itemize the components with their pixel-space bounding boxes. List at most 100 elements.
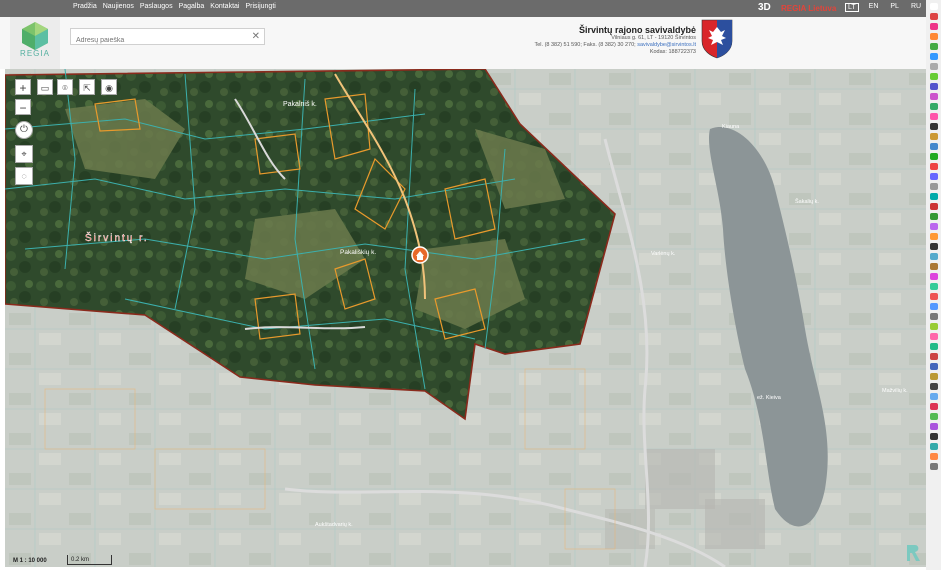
lang-lt[interactable]: LT — [845, 3, 859, 12]
sidebar-icon[interactable] — [929, 343, 938, 350]
app: Pradžia Naujienos Paslaugos Pagalba Kont… — [0, 0, 941, 570]
municipality-name: Širvintų rajono savivaldybė — [578, 25, 696, 35]
sidebar-icon[interactable] — [929, 253, 938, 260]
sidebar-icon[interactable] — [929, 413, 938, 420]
sidebar-icon[interactable] — [929, 393, 938, 400]
regia-logo[interactable]: REGIA — [10, 17, 60, 69]
sidebar-icon[interactable] — [929, 53, 938, 60]
address-search: ✕ — [70, 28, 265, 47]
zoom-out-button[interactable]: − — [15, 99, 31, 115]
sidebar-icon[interactable] — [929, 223, 938, 230]
lasso-icon[interactable]: ◌ — [15, 167, 33, 185]
sidebar-icon[interactable] — [929, 103, 938, 110]
coat-of-arms-icon — [701, 19, 733, 59]
sidebar-icon[interactable] — [929, 163, 938, 170]
nav-item-help[interactable]: Pagalba — [179, 3, 205, 10]
lang-pl[interactable]: PL — [888, 3, 901, 12]
share-icon[interactable]: ⇱ — [79, 79, 95, 95]
sidebar-icon[interactable] — [929, 83, 938, 90]
municipality-email[interactable]: savivaldybe@sirvintos.lt — [637, 42, 696, 48]
regia-lietuva-link[interactable]: REGIA Lietuva — [781, 4, 836, 13]
sidebar-icon[interactable] — [929, 443, 938, 450]
regia-logo-icon — [22, 22, 48, 50]
logo-text: REGIA — [20, 49, 50, 58]
label-village-right2: Šakalių k. — [795, 198, 819, 205]
sidebar-icon[interactable] — [929, 3, 938, 10]
pin-icon[interactable]: ⌾ — [57, 79, 73, 95]
sidebar-icon[interactable] — [929, 363, 938, 370]
lang-ru[interactable]: RU — [909, 3, 923, 12]
municipality-contacts: Tel. (8 382) 51 590; Faks. (8 382) 30 27… — [534, 42, 696, 49]
locate-icon[interactable]: ◉ — [101, 79, 117, 95]
nav-item-news[interactable]: Naujienos — [103, 3, 134, 10]
label-lake: ež. Kieiva — [757, 395, 782, 401]
sidebar-icon[interactable] — [929, 63, 938, 70]
label-village-bottom: Aukštadvarių k. — [315, 522, 353, 528]
clear-search-icon[interactable]: ✕ — [252, 31, 260, 43]
map-layers-icon[interactable]: ▭ — [37, 79, 53, 95]
municipality-address: Vilniaus g. 61, LT - 19120 Širvintos — [611, 35, 696, 41]
sidebar-icon[interactable] — [929, 323, 938, 330]
sidebar-icon[interactable] — [929, 13, 938, 20]
sidebar-icon[interactable] — [929, 353, 938, 360]
nav-item-contacts[interactable]: Kontaktai — [210, 3, 239, 10]
main-nav: Pradžia Naujienos Paslaugos Pagalba Kont… — [73, 3, 282, 10]
sidebar-icon[interactable] — [929, 43, 938, 50]
3d-toggle[interactable]: 3D — [758, 2, 771, 13]
label-village-right1: Varlėnų k. — [651, 251, 676, 257]
sidebar-icon[interactable] — [929, 263, 938, 270]
sidebar-icon[interactable] — [929, 193, 938, 200]
sidebar-icon[interactable] — [929, 33, 938, 40]
municipality-code: Kodas: 188722373 — [649, 49, 696, 55]
address-search-input[interactable] — [71, 34, 251, 47]
zoom-in-button[interactable]: + — [15, 79, 31, 95]
sidebar-icon[interactable] — [929, 283, 938, 290]
top-nav-bar: Pradžia Naujienos Paslaugos Pagalba Kont… — [0, 0, 926, 17]
sidebar-icon[interactable] — [929, 143, 938, 150]
sidebar-icon[interactable] — [929, 203, 938, 210]
sidebar-icon[interactable] — [929, 213, 938, 220]
sidebar-icon[interactable] — [929, 423, 938, 430]
label-kiauna: Kiauna — [722, 124, 740, 130]
sidebar-icon[interactable] — [929, 463, 938, 470]
sidebar-icon[interactable] — [929, 113, 938, 120]
label-pokaliskiu: Pakališkių k. — [340, 249, 376, 256]
sidebar-icon[interactable] — [929, 373, 938, 380]
sidebar-icon[interactable] — [929, 293, 938, 300]
sidebar-icon[interactable] — [929, 383, 938, 390]
measure-icon[interactable]: ⌖ — [15, 145, 33, 163]
sidebar-icon[interactable] — [929, 333, 938, 340]
sidebar-icon[interactable] — [929, 133, 938, 140]
sidebar-icon[interactable] — [929, 183, 938, 190]
sidebar-icon[interactable] — [929, 313, 938, 320]
header: REGIA ✕ Širvintų rajono savivaldybė Viln… — [0, 17, 926, 69]
language-switcher: LT EN PL RU — [845, 3, 931, 12]
sidebar-icon[interactable] — [929, 153, 938, 160]
sidebar-icon[interactable] — [929, 303, 938, 310]
label-pakalniu: Pakalniš k. — [283, 101, 317, 108]
lang-en[interactable]: EN — [867, 3, 881, 12]
location-marker[interactable] — [411, 246, 429, 264]
map-view[interactable]: Pakalniš k. Širvintų r. Pakališkių k. Va… — [5, 69, 926, 567]
sidebar-icon[interactable] — [929, 123, 938, 130]
sidebar-icon[interactable] — [929, 73, 938, 80]
sidebar-icon[interactable] — [929, 433, 938, 440]
sidebar-icon[interactable] — [929, 403, 938, 410]
sidebar-icon[interactable] — [929, 453, 938, 460]
nav-item-login[interactable]: Prisijungti — [245, 3, 275, 10]
scale-ratio: M 1 : 10 000 — [13, 558, 47, 564]
sidebar-icon[interactable] — [929, 93, 938, 100]
sidebar-icon[interactable] — [929, 243, 938, 250]
sidebar-icon[interactable] — [929, 173, 938, 180]
sidebar-icon[interactable] — [929, 233, 938, 240]
nav-item-home[interactable]: Pradžia — [73, 3, 97, 10]
power-icon[interactable]: ⏻ — [15, 121, 33, 139]
map-canvas[interactable]: Pakalniš k. Širvintų r. Pakališkių k. Va… — [5, 69, 926, 567]
scale-bar: 0.2 km — [67, 555, 112, 565]
label-village-right3: Mažvilių k. — [882, 388, 908, 394]
sidebar-icon[interactable] — [929, 23, 938, 30]
nav-item-services[interactable]: Paslaugos — [140, 3, 173, 10]
browser-sidebar — [926, 0, 941, 570]
municipality-info: Širvintų rajono savivaldybė Vilniaus g. … — [534, 25, 696, 56]
sidebar-icon[interactable] — [929, 273, 938, 280]
